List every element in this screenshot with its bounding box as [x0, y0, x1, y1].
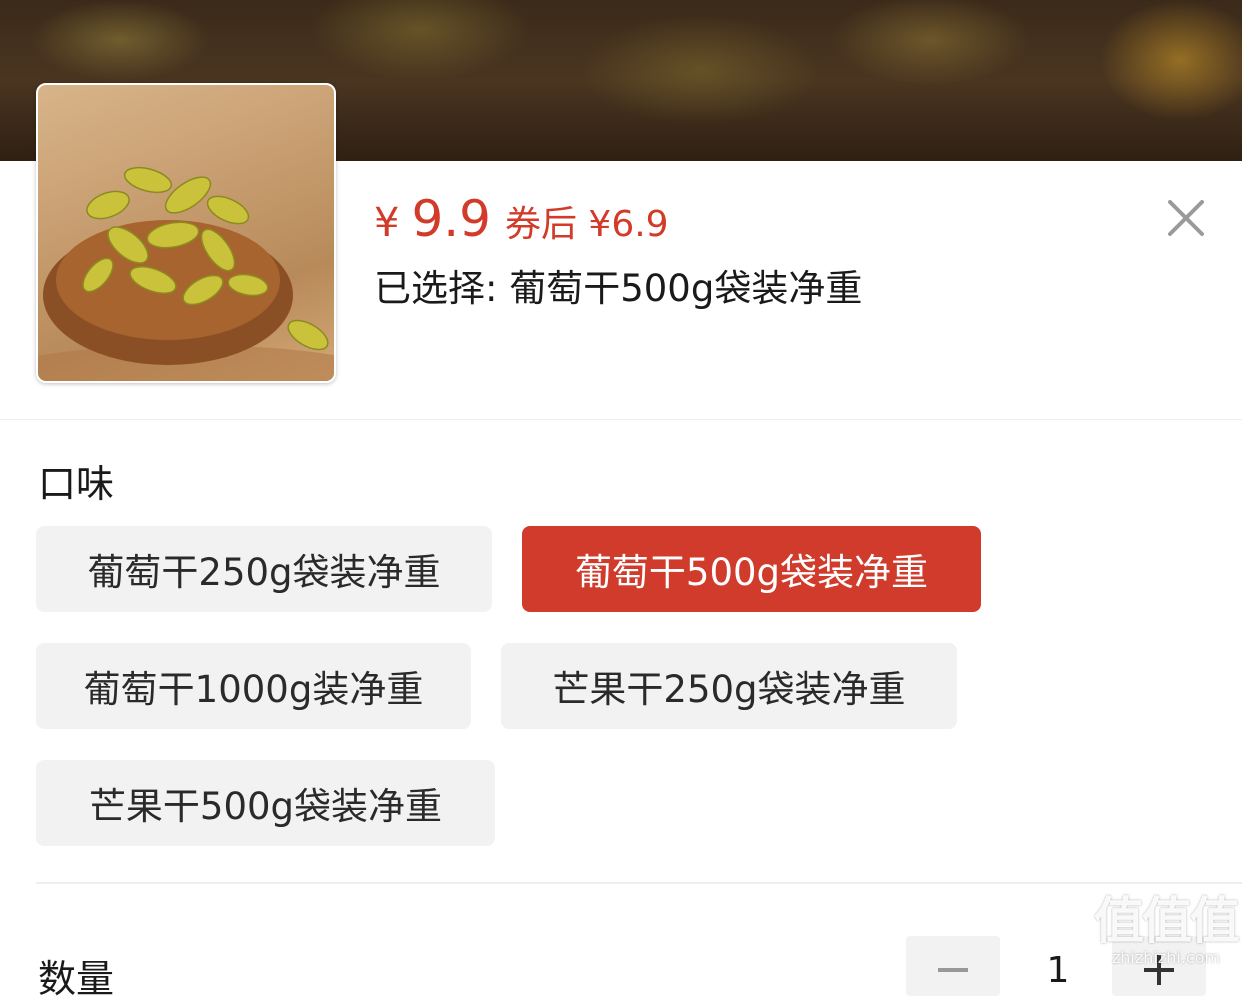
- watermark-url: zhizhizhi.com: [1111, 948, 1221, 967]
- price-value: 9.9: [411, 190, 491, 248]
- quantity-decrease-button[interactable]: [906, 936, 1000, 996]
- price-row: ¥ 9.9 券后 ¥6.9: [374, 190, 669, 250]
- flavor-option-mango-500g[interactable]: 芒果干500g袋装净重: [36, 760, 495, 846]
- currency-symbol: ¥: [374, 200, 400, 246]
- watermark-logo: 值值值: [1094, 892, 1240, 950]
- selected-variant-text: 已选择: 葡萄干500g袋装净重: [374, 267, 863, 310]
- quantity-value[interactable]: 1: [1030, 950, 1086, 991]
- flavor-option-raisin-500g[interactable]: 葡萄干500g袋装净重: [522, 526, 981, 612]
- coupon-price: 券后 ¥6.9: [504, 204, 669, 245]
- divider: [36, 882, 1242, 884]
- flavor-option-raisin-250g[interactable]: 葡萄干250g袋装净重: [36, 526, 492, 612]
- flavor-option-mango-250g[interactable]: 芒果干250g袋装净重: [501, 643, 957, 729]
- site-watermark: 值值值 zhizhizhi.com: [1092, 894, 1240, 968]
- flavor-section-title: 口味: [38, 462, 115, 506]
- divider: [0, 419, 1242, 420]
- close-icon: [1168, 200, 1204, 236]
- close-button[interactable]: [1160, 192, 1212, 244]
- product-thumbnail: [36, 83, 336, 383]
- flavor-option-raisin-1000g[interactable]: 葡萄干1000g装净重: [36, 643, 471, 729]
